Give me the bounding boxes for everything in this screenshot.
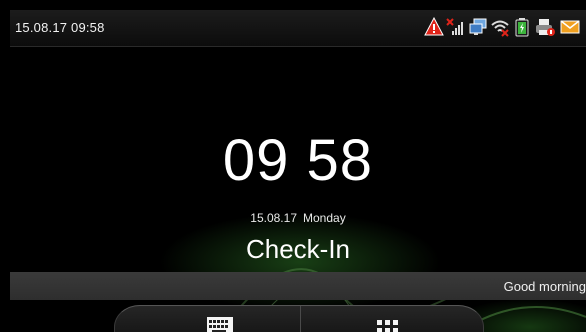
message-ticker: Good morning <box>10 272 586 300</box>
network-icon <box>468 17 488 42</box>
keyboard-button[interactable] <box>203 316 237 332</box>
warning-icon[interactable] <box>424 16 444 42</box>
clock-time: 09 58 <box>222 128 374 193</box>
main-screen: 09 58 15.08.17 Monday Check-In Good morni… <box>10 47 586 332</box>
status-bar: 15.08.17 09:58 <box>10 10 586 47</box>
dock-divider <box>300 306 301 332</box>
date-line: 15.08.17 Monday <box>10 211 586 225</box>
keyboard-icon <box>203 317 237 332</box>
no-signal-icon <box>446 17 466 42</box>
battery-icon <box>512 17 532 42</box>
current-date: 15.08.17 <box>250 211 297 225</box>
app-grid-icon <box>371 320 405 332</box>
attendance-mode[interactable]: Check-In <box>10 234 586 264</box>
wifi-off-icon <box>490 17 510 42</box>
device-screen: 15.08.17 09:58 09 58 15.08.17 Monday Che… <box>10 10 586 332</box>
current-weekday: Monday <box>303 211 346 225</box>
ticker-text: Good morning <box>503 279 586 294</box>
bottom-dock <box>114 305 484 332</box>
status-datetime: 15.08.17 09:58 <box>15 20 105 35</box>
message-icon <box>560 17 580 42</box>
menu-button[interactable] <box>371 316 405 332</box>
printer-icon <box>534 17 556 42</box>
